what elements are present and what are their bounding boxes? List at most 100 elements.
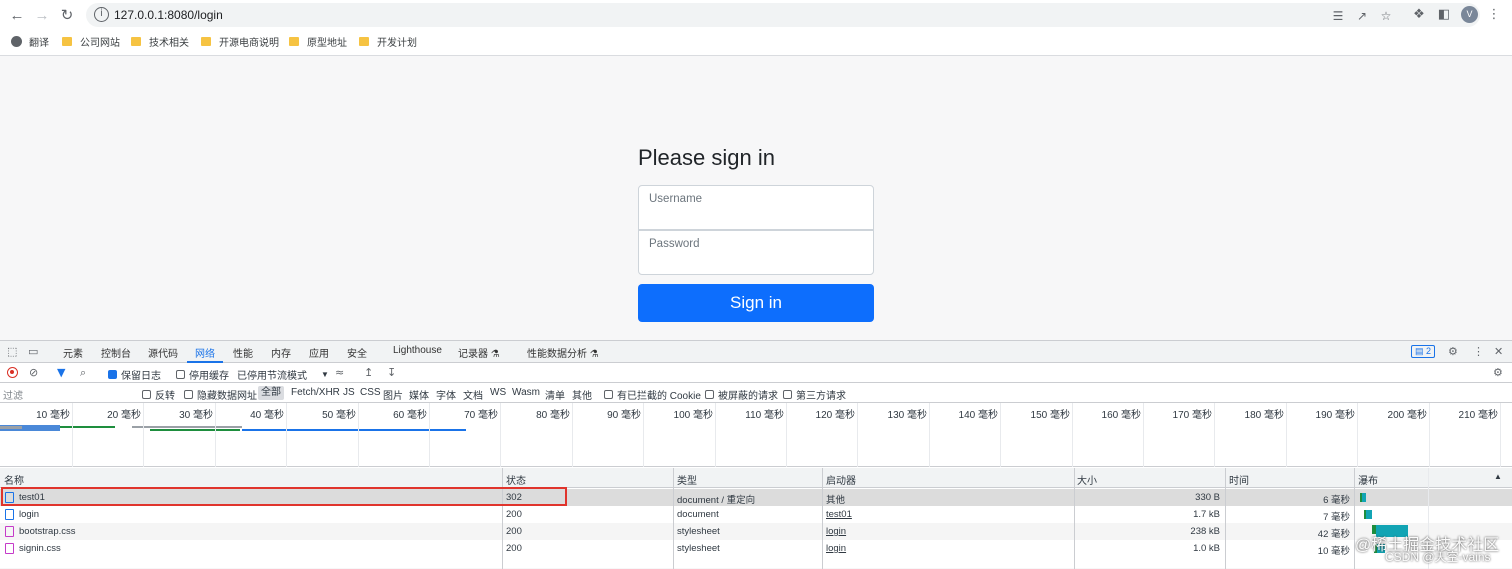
timeline-tick-label: 20 毫秒	[107, 410, 141, 421]
filter-type-other[interactable]: 其他	[572, 387, 592, 402]
filter-type-doc[interactable]: 文档	[463, 387, 483, 402]
column-header-type[interactable]: 类型	[677, 472, 697, 487]
url-text[interactable]: 127.0.0.1:8080/login	[114, 8, 223, 22]
sign-in-button[interactable]: Sign in	[638, 284, 874, 322]
issues-badge[interactable]: ▤ 2	[1411, 345, 1436, 358]
column-header-size[interactable]: 大小	[1077, 472, 1097, 487]
column-header-name[interactable]: 名称	[4, 472, 24, 487]
site-info-icon[interactable]: i	[94, 7, 109, 22]
tab-memory[interactable]: 内存	[271, 345, 291, 360]
throttle-select[interactable]: 已停用节流模式 ▼	[237, 367, 329, 382]
tab-performance[interactable]: 性能	[233, 345, 253, 360]
network-settings-gear-icon[interactable]: ⚙	[1493, 366, 1503, 379]
preserve-log-checkbox[interactable]: 保留日志	[108, 367, 161, 382]
filter-input[interactable]: 过滤	[3, 387, 23, 402]
avatar[interactable]: V	[1461, 6, 1478, 23]
password-field[interactable]: Password	[638, 230, 874, 275]
username-field[interactable]: Username	[638, 185, 874, 230]
filter-type-js[interactable]: JS	[343, 387, 355, 398]
filter-type-font[interactable]: 字体	[436, 387, 456, 402]
bookmark-item[interactable]: 开源电商说明	[201, 33, 279, 49]
folder-icon	[62, 36, 72, 46]
bookmark-item[interactable]: 技术相关	[131, 33, 189, 49]
address-bar[interactable]: i 127.0.0.1:8080/login ☰ ↗ ☆	[86, 3, 1480, 27]
page-title: Please sign in	[638, 145, 775, 170]
tab-recorder[interactable]: 记录器 ⚗	[458, 345, 500, 360]
back-arrow-icon[interactable]: ←	[6, 4, 28, 26]
column-header-initiator[interactable]: 启动器	[826, 472, 856, 487]
menu-kebab-icon[interactable]: ⋮	[1486, 7, 1502, 23]
hide-data-urls-checkbox[interactable]: 隐藏数据网址	[184, 387, 257, 402]
extensions-puzzle-icon[interactable]: ❖	[1411, 7, 1427, 23]
initiator-link[interactable]: login	[826, 543, 846, 554]
document-file-icon	[5, 509, 14, 520]
bookmark-item[interactable]: 开发计划	[359, 33, 417, 49]
column-header-time[interactable]: 时间	[1229, 472, 1249, 487]
initiator-link[interactable]: login	[826, 526, 846, 537]
column-divider[interactable]	[1074, 468, 1075, 569]
blocked-cookies-checkbox[interactable]: 有已拦截的 Cookie	[604, 387, 701, 402]
forward-arrow-icon[interactable]: →	[31, 4, 53, 26]
table-row[interactable]: bootstrap.css 200 stylesheet login 238 k…	[0, 523, 1512, 540]
timeline-tick-label: 100 毫秒	[673, 410, 713, 421]
tab-console[interactable]: 控制台	[101, 345, 131, 360]
network-conditions-wifi-icon[interactable]: ≈	[335, 366, 344, 379]
column-divider[interactable]	[502, 468, 503, 569]
invert-checkbox[interactable]: 反转	[142, 387, 175, 402]
search-icon[interactable]: ⌕	[80, 366, 86, 380]
timeline-tick-label: 90 毫秒	[607, 410, 641, 421]
tab-application[interactable]: 应用	[309, 345, 329, 360]
filter-type-media[interactable]: 媒体	[409, 387, 429, 402]
column-divider[interactable]	[1225, 468, 1226, 569]
tab-performance-insights[interactable]: 性能数据分析 ⚗	[527, 345, 599, 360]
timeline-tick-label: 40 毫秒	[250, 410, 284, 421]
disable-cache-checkbox[interactable]: 停用缓存	[176, 367, 229, 382]
blocked-requests-checkbox[interactable]: 被屏蔽的请求	[705, 387, 778, 402]
filter-type-manifest[interactable]: 清单	[545, 387, 565, 402]
tab-security[interactable]: 安全	[347, 345, 367, 360]
table-row[interactable]: signin.css 200 stylesheet login 1.0 kB 1…	[0, 540, 1512, 557]
side-panel-icon[interactable]: ◧	[1436, 7, 1452, 23]
filter-type-css[interactable]: CSS	[360, 387, 381, 398]
bookmark-item[interactable]: 公司网站	[62, 33, 120, 49]
device-toolbar-icon[interactable]: ▭	[28, 345, 38, 358]
timeline-tick-label: 70 毫秒	[464, 410, 498, 421]
timeline-tick-label: 60 毫秒	[393, 410, 427, 421]
tab-lighthouse[interactable]: Lighthouse	[393, 345, 442, 356]
translate-icon[interactable]: ☰	[1330, 8, 1346, 24]
filter-type-wasm[interactable]: Wasm	[512, 387, 540, 398]
tab-sources[interactable]: 源代码	[148, 345, 178, 360]
timeline-gridline	[572, 403, 573, 467]
timeline-tick-label: 140 毫秒	[958, 410, 998, 421]
table-row[interactable]: login 200 document test01 1.7 kB 7 毫秒	[0, 506, 1512, 523]
column-divider[interactable]	[673, 468, 674, 569]
tab-elements[interactable]: 元素	[63, 345, 83, 360]
column-divider[interactable]	[822, 468, 823, 569]
column-header-waterfall[interactable]: 瀑布	[1358, 472, 1378, 487]
timeline-overview[interactable]: 10 毫秒 20 毫秒 30 毫秒 40 毫秒 50 毫秒 60 毫秒 70 毫秒 80 毫秒…	[0, 403, 1512, 467]
close-icon[interactable]: ✕	[1494, 345, 1503, 358]
import-har-upload-icon[interactable]: ↥	[364, 366, 373, 379]
initiator-link[interactable]: test01	[826, 509, 852, 520]
reload-icon[interactable]: ↻	[56, 4, 78, 26]
settings-gear-icon[interactable]: ⚙	[1448, 345, 1458, 358]
bookmark-item[interactable]: 翻译	[11, 33, 49, 49]
tab-network[interactable]: 网络	[195, 345, 215, 360]
clear-icon[interactable]: ⊘	[29, 366, 38, 379]
record-icon[interactable]	[7, 367, 18, 378]
filter-type-all[interactable]: 全部	[258, 386, 284, 400]
filter-type-img[interactable]: 图片	[383, 387, 403, 402]
filter-funnel-icon[interactable]: ▼	[57, 366, 65, 379]
bookmark-star-icon[interactable]: ☆	[1378, 8, 1394, 24]
third-party-checkbox[interactable]: 第三方请求	[783, 387, 846, 402]
column-header-status[interactable]: 状态	[506, 472, 526, 487]
export-har-download-icon[interactable]: ↧	[387, 366, 396, 379]
bookmark-item[interactable]: 原型地址	[289, 33, 347, 49]
inspect-element-icon[interactable]: ⬚	[7, 345, 17, 358]
folder-icon	[289, 36, 299, 46]
filter-type-ws[interactable]: WS	[490, 387, 506, 398]
timeline-tick-label: 180 毫秒	[1244, 410, 1284, 421]
filter-type-fetch-xhr[interactable]: Fetch/XHR	[291, 387, 340, 398]
share-icon[interactable]: ↗	[1354, 8, 1370, 24]
more-options-icon[interactable]: ⋮	[1473, 345, 1484, 358]
